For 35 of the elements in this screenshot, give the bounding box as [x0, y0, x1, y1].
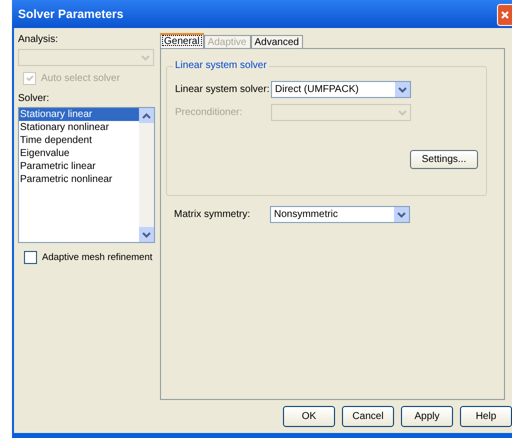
list-item[interactable]: Eigenvalue [19, 147, 139, 160]
close-icon [501, 11, 509, 19]
dialog-button[interactable]: Apply [401, 406, 453, 427]
field-label: Linear system solver: [175, 84, 270, 95]
chevron-up-icon [142, 112, 151, 118]
list-item[interactable]: Time dependent [19, 134, 139, 147]
dialog-button[interactable]: Help [460, 406, 512, 427]
list-item[interactable]: Parametric linear [19, 160, 139, 173]
tab[interactable]: Advanced [250, 35, 303, 48]
scrollbar[interactable] [139, 108, 154, 242]
analysis-label: Analysis: [18, 34, 60, 45]
chevron-down-icon [398, 86, 407, 92]
solver-label: Solver: [18, 93, 50, 104]
adaptive-mesh-checkbox[interactable] [24, 251, 37, 264]
checkmark-icon [26, 75, 34, 82]
window-title: Solver Parameters [18, 7, 124, 21]
dialog-button[interactable]: Cancel [342, 406, 394, 427]
checkbox-label: Auto select solver [41, 73, 120, 84]
tab[interactable]: General [160, 33, 204, 48]
dropdown[interactable]: Direct (UMFPACK) [271, 81, 411, 98]
list-item[interactable]: Stationary nonlinear [19, 121, 139, 134]
group-title: Linear system solver [173, 60, 269, 71]
chevron-down-icon [142, 232, 151, 238]
chevron-down-icon [398, 110, 407, 116]
close-button[interactable] [497, 4, 512, 26]
chevron-down-icon [397, 212, 406, 218]
field-label: Preconditioner: [175, 107, 244, 118]
list-item[interactable]: Parametric nonlinear [19, 173, 139, 186]
dialog-button[interactable]: OK [283, 406, 335, 427]
field-label: Matrix symmetry: [174, 209, 252, 220]
chevron-down-icon [141, 54, 150, 60]
settings-button[interactable]: Settings... [410, 150, 478, 169]
checkbox-label: Adaptive mesh refinement [42, 252, 152, 263]
list-item[interactable]: Stationary linear [19, 108, 139, 121]
dropdown[interactable]: Nonsymmetric [270, 206, 410, 223]
